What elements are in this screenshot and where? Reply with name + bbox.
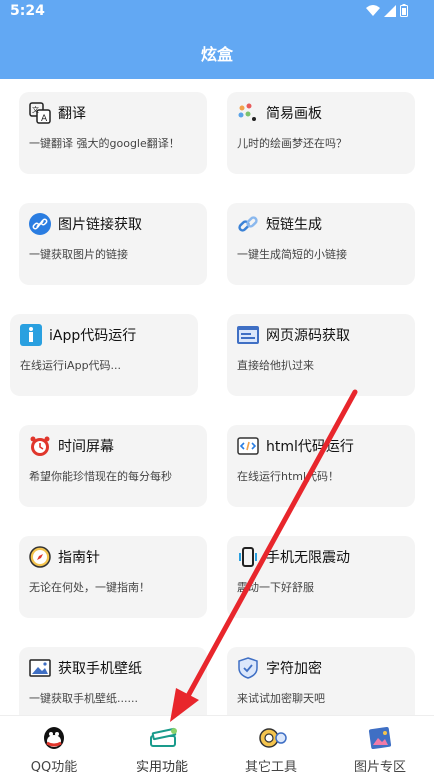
tab-picture-zone[interactable]: 图片专区 (326, 716, 434, 772)
palette-icon (237, 102, 259, 124)
card-translate[interactable]: A文 翻译 一键翻译 强大的google翻译！ (19, 92, 207, 174)
card-compass[interactable]: 指南针 无论在何处，一键指南！ (19, 536, 207, 618)
card-subtitle: 一键翻译 强大的google翻译！ (29, 137, 180, 150)
tab-label: QQ功能 (30, 760, 78, 772)
card-iapp-run[interactable]: iApp代码运行 在线运行iApp代码... (10, 314, 198, 396)
card-subtitle: 来试试加密聊天吧 (237, 692, 325, 705)
picture-icon (367, 725, 393, 751)
card-drawing-board[interactable]: 简易画板 儿时的绘画梦还在吗？ (227, 92, 415, 174)
card-title: 网页源码获取 (266, 328, 350, 344)
card-web-source[interactable]: 网页源码获取 直接给他扒过来 (227, 314, 415, 396)
clock-icon (29, 435, 51, 457)
battery-icon (400, 4, 408, 17)
card-wallpaper[interactable]: 获取手机壁纸 一键获取手机壁纸...... (19, 647, 207, 715)
card-subtitle: 震动一下好舒服 (237, 581, 314, 594)
card-html-run[interactable]: html代码运行 在线运行html代码！ (227, 425, 415, 507)
chain-icon (237, 213, 259, 235)
link-icon (29, 213, 51, 235)
tab-other-tools[interactable]: 其它工具 (217, 716, 325, 772)
gear-icon (258, 725, 287, 751)
card-subtitle: 一键生成简短的小链接 (237, 248, 347, 261)
wifi-icon (366, 4, 380, 16)
code-icon (237, 435, 259, 457)
card-subtitle: 在线运行iApp代码... (20, 359, 122, 372)
card-title: html代码运行 (266, 439, 354, 455)
bottom-tab-bar: QQ功能 实用功能 其它工具 图片专区 (0, 715, 434, 772)
svg-text:文: 文 (32, 105, 39, 114)
tab-label: 图片专区 (353, 760, 406, 772)
card-title: 图片链接获取 (58, 217, 142, 233)
card-title: 获取手机壁纸 (58, 661, 142, 677)
tool-grid: A文 翻译 一键翻译 强大的google翻译！ 简易画板 儿时的绘画梦还在吗？ … (0, 79, 434, 715)
card-title: iApp代码运行 (49, 328, 137, 344)
card-subtitle: 儿时的绘画梦还在吗？ (237, 137, 347, 150)
card-subtitle: 无论在何处，一键指南！ (29, 581, 150, 594)
card-subtitle: 一键获取图片的链接 (29, 248, 128, 261)
tab-label: 实用功能 (135, 760, 188, 772)
card-short-link[interactable]: 短链生成 一键生成简短的小链接 (227, 203, 415, 285)
tab-label: 其它工具 (244, 760, 297, 772)
card-title: 简易画板 (266, 106, 322, 122)
translate-icon: A文 (29, 102, 51, 124)
vibrate-icon (237, 546, 259, 568)
wallpaper-icon (29, 657, 51, 679)
status-time: 5:24 (10, 3, 45, 19)
card-title: 指南针 (58, 550, 100, 566)
shield-icon (237, 657, 259, 679)
web-source-icon (237, 324, 259, 346)
iapp-icon (20, 324, 42, 346)
qq-icon (41, 725, 67, 751)
tools-icon (149, 725, 177, 751)
card-time-screen[interactable]: 时间屏幕 希望你能珍惜现在的每分每秒 (19, 425, 207, 507)
card-title: 时间屏幕 (58, 439, 114, 455)
card-title: 短链生成 (266, 217, 322, 233)
card-title: 字符加密 (266, 661, 322, 677)
card-image-link[interactable]: 图片链接获取 一键获取图片的链接 (19, 203, 207, 285)
card-title: 手机无限震动 (266, 550, 350, 566)
tab-practical-functions[interactable]: 实用功能 (108, 716, 216, 772)
card-subtitle: 在线运行html代码！ (237, 470, 340, 483)
card-subtitle: 直接给他扒过来 (237, 359, 314, 372)
signal-icon (384, 4, 396, 17)
tab-qq-functions[interactable]: QQ功能 (0, 716, 108, 772)
card-subtitle: 一键获取手机壁纸...... (29, 692, 138, 705)
card-title: 翻译 (58, 106, 86, 122)
svg-text:A: A (41, 114, 48, 124)
card-encrypt[interactable]: 字符加密 来试试加密聊天吧 (227, 647, 415, 715)
card-vibrate[interactable]: 手机无限震动 震动一下好舒服 (227, 536, 415, 618)
card-subtitle: 希望你能珍惜现在的每分每秒 (29, 470, 172, 483)
app-header: 5:24 炫盒 (0, 0, 434, 79)
status-icons (366, 4, 408, 17)
page-title: 炫盒 (200, 45, 233, 64)
compass-icon (29, 546, 51, 568)
